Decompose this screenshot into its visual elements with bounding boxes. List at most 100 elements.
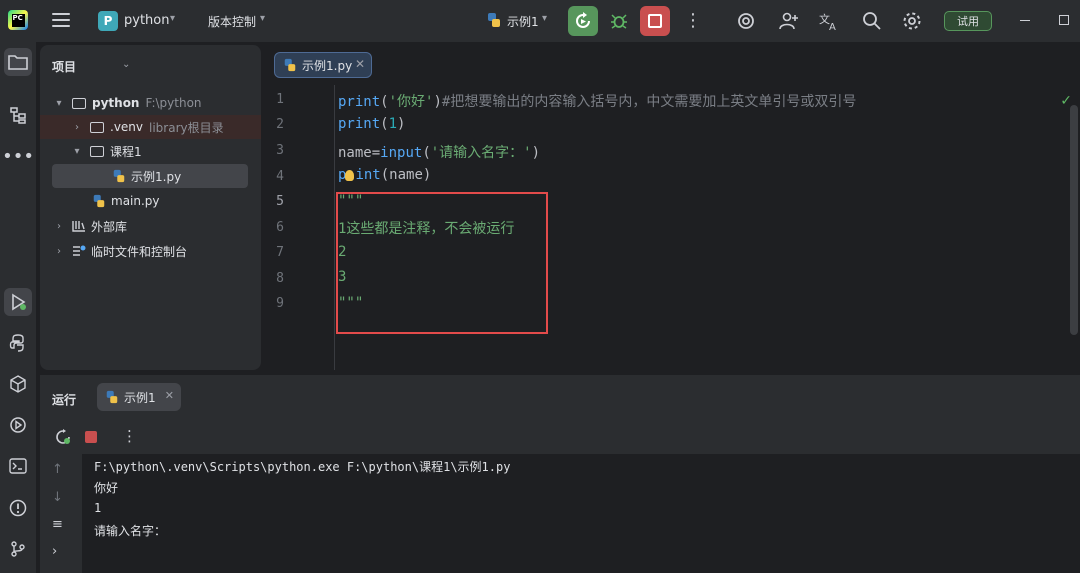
problems-button[interactable] (4, 494, 32, 522)
tree-item-example1[interactable]: 示例1.py (52, 164, 248, 188)
line-number: 8 (276, 271, 284, 286)
line-number: 7 (276, 245, 284, 260)
bug-icon (611, 14, 627, 29)
python-console-button[interactable] (4, 329, 32, 357)
editor-tab-example1[interactable]: 示例1.py ✕ (274, 52, 372, 78)
code-line-1[interactable]: print('你好')#把想要输出的内容输入括号内，中文需要加上英文单引号或双引… (338, 91, 856, 111)
ai-assistant-icon[interactable] (734, 9, 758, 33)
code-editor[interactable]: 示例1.py ✕ 1 2 3 4 5 6 7 8 9 print('你好')#把… (266, 45, 1080, 370)
code-line-3[interactable]: name=input('请输入名字：') (338, 142, 540, 162)
console-output-line: 1 (94, 501, 102, 515)
debug-button[interactable] (606, 8, 632, 34)
arrow-down-icon[interactable]: ↓ (52, 490, 63, 505)
run-icon (12, 293, 26, 311)
vcs-menu[interactable]: 版本控制 (208, 13, 256, 30)
code-token: 1 (388, 116, 398, 132)
run-tool-button[interactable] (4, 288, 32, 316)
stop-icon (648, 14, 662, 28)
warning-icon (9, 499, 27, 517)
terminal-button[interactable] (4, 452, 32, 480)
code-token: ( (422, 145, 431, 161)
terminal-icon (9, 458, 27, 474)
more-tools-icon[interactable]: ••• (2, 142, 34, 170)
lightbulb-icon[interactable] (345, 170, 354, 181)
pycharm-logo-icon: PC (8, 10, 28, 30)
folder-icon (90, 145, 104, 157)
editor-scrollbar[interactable] (1070, 105, 1078, 335)
tree-item-hint: F:\python (145, 96, 202, 110)
gutter-divider (334, 85, 335, 370)
chevron-down-icon[interactable]: ▾ (260, 13, 265, 24)
stop-button[interactable] (640, 6, 670, 36)
expand-arrow-icon[interactable]: ▾ (52, 98, 66, 109)
package-icon (10, 375, 26, 393)
console-output-line: F:\python\.venv\Scripts\python.exe F:\py… (94, 460, 511, 474)
tree-item-scratches[interactable]: › 临时文件和控制台 (40, 239, 261, 263)
git-button[interactable] (4, 535, 32, 563)
restore-window-icon[interactable] (1059, 15, 1069, 25)
translate-icon[interactable]: 文A (817, 9, 841, 33)
arrow-up-icon[interactable]: ↑ (52, 462, 63, 477)
tab-label: 示例1.py (302, 58, 353, 73)
run-panel-header: 运行 示例1 ✕ (40, 375, 1080, 420)
code-token: ) (531, 145, 541, 161)
run-tab-example1[interactable]: 示例1 ✕ (97, 383, 181, 411)
console-output-line[interactable]: 请输入名字： (94, 522, 166, 539)
code-line-2[interactable]: print(1) (338, 116, 405, 132)
line-number: 2 (276, 117, 284, 132)
expand-arrow-icon[interactable]: › (70, 122, 84, 133)
python-packages-button[interactable] (4, 370, 32, 398)
structure-tool-button[interactable] (4, 101, 32, 129)
tree-item-venv[interactable]: › .venv library根目录 (40, 115, 261, 139)
project-panel-title[interactable]: 项目 (52, 58, 76, 75)
library-icon (72, 221, 85, 232)
line-number: 1 (276, 92, 284, 107)
tree-item-label: 示例1.py (131, 169, 182, 184)
stop-icon[interactable] (85, 431, 97, 443)
code-token: ) (433, 94, 442, 110)
tree-item-label: 外部库 (91, 219, 128, 234)
minimize-window-icon[interactable] (1020, 20, 1030, 21)
line-number: 4 (276, 169, 284, 184)
tree-item-python[interactable]: ▾ python F:\python (40, 91, 261, 115)
chevron-right-icon[interactable]: › (52, 544, 57, 559)
chevron-down-icon[interactable]: ▾ (542, 13, 547, 24)
close-icon[interactable]: ✕ (355, 57, 365, 71)
chevron-down-icon[interactable]: ▾ (170, 13, 175, 24)
expand-arrow-icon[interactable]: › (52, 221, 66, 232)
run-panel: 运行 示例1 ✕ ⋮ ↑ ↓ ≡ › F:\python\.venv\Scrip… (40, 375, 1080, 573)
line-number: 3 (276, 143, 284, 158)
more-actions-icon[interactable]: ⋮ (122, 427, 137, 445)
expand-arrow-icon[interactable]: ▾ (70, 146, 84, 157)
project-tool-button[interactable] (4, 48, 32, 76)
trial-button[interactable]: 试用 (944, 11, 992, 31)
main-menu-icon[interactable] (52, 13, 70, 27)
expand-arrow-icon[interactable]: › (52, 246, 66, 257)
more-actions-icon[interactable]: ⋮ (684, 10, 702, 32)
project-name[interactable]: python (124, 13, 169, 28)
tree-item-label: .venv (110, 120, 144, 134)
line-number: 6 (276, 220, 284, 235)
services-button[interactable] (4, 411, 32, 439)
rerun-button[interactable] (568, 6, 598, 36)
run-panel-title: 运行 (52, 393, 77, 407)
project-badge[interactable]: P (98, 11, 118, 31)
run-side-toolbar: ↑ ↓ ≡ › (40, 454, 82, 573)
gear-icon[interactable] (900, 9, 924, 33)
code-token: name= (338, 145, 381, 161)
tree-item-external-libs[interactable]: › 外部库 (40, 214, 261, 238)
run-tab-label: 示例1 (124, 390, 156, 405)
code-token: '你好' (388, 94, 434, 110)
run-configuration-selector[interactable]: 示例1 (507, 13, 539, 30)
python-file-icon (106, 390, 118, 404)
soft-wrap-icon[interactable]: ≡ (52, 517, 63, 532)
python-icon (9, 334, 24, 352)
tree-item-lesson1[interactable]: ▾ 课程1 (40, 139, 261, 163)
code-token: (name) (380, 167, 432, 183)
close-icon[interactable]: ✕ (165, 389, 174, 402)
search-icon[interactable] (860, 9, 884, 33)
add-user-icon[interactable] (777, 9, 801, 33)
tree-item-main[interactable]: main.py (40, 189, 261, 213)
chevron-down-icon[interactable]: ⌄ (122, 59, 130, 70)
rerun-icon[interactable] (55, 429, 71, 448)
